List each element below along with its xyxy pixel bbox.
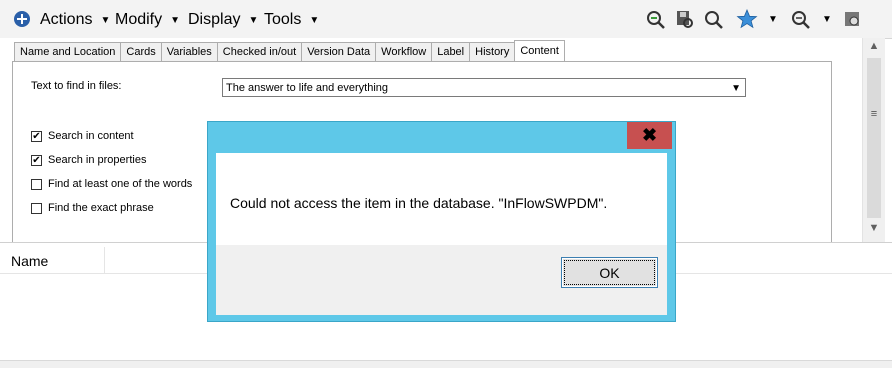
toolbar: Actions ▼ Modify ▼ Display ▼ Tools ▼ ▼ ▼ bbox=[0, 0, 892, 39]
vertical-scrollbar[interactable]: ▲ ≡ ▼ bbox=[862, 38, 885, 242]
app-logo-icon[interactable] bbox=[12, 9, 32, 29]
menu-display[interactable]: Display ▼ bbox=[188, 8, 258, 32]
ok-button[interactable]: OK bbox=[561, 257, 658, 288]
tab-name-and-location[interactable]: Name and Location bbox=[14, 42, 121, 63]
save-search-icon[interactable] bbox=[674, 9, 696, 29]
grip-icon: ≡ bbox=[870, 108, 878, 120]
column-header-name[interactable]: Name bbox=[11, 253, 48, 269]
option-search-in-properties[interactable]: ✔ Search in properties bbox=[31, 154, 146, 166]
favorites-dropdown-icon[interactable]: ▼ bbox=[768, 14, 778, 25]
close-icon: ✖ bbox=[641, 125, 658, 145]
tab-history[interactable]: History bbox=[469, 42, 515, 63]
chevron-down-icon: ▼ bbox=[100, 14, 111, 26]
tab-cards[interactable]: Cards bbox=[120, 42, 161, 63]
zoom-icon[interactable] bbox=[790, 9, 812, 29]
checkbox-checked-icon[interactable]: ✔ bbox=[31, 154, 42, 166]
tab-checked-in-out[interactable]: Checked in/out bbox=[216, 42, 302, 63]
chevron-down-icon: ▼ bbox=[248, 14, 259, 26]
text-to-find-value: The answer to life and everything bbox=[226, 82, 389, 94]
tab-strip: Name and Location Cards Variables Checke… bbox=[14, 40, 565, 63]
error-message: Could not access the item in the databas… bbox=[230, 195, 608, 211]
checkbox-icon[interactable] bbox=[31, 178, 42, 190]
dialog-body: Could not access the item in the databas… bbox=[216, 153, 667, 315]
tab-variables[interactable]: Variables bbox=[160, 42, 217, 63]
settings-icon[interactable] bbox=[842, 9, 864, 29]
chevron-down-icon: ▼ bbox=[731, 83, 741, 94]
menu-actions[interactable]: Actions ▼ bbox=[40, 8, 110, 32]
checkbox-icon[interactable] bbox=[31, 202, 42, 214]
close-button[interactable]: ✖ bbox=[627, 122, 672, 149]
scroll-up-icon[interactable]: ▲ bbox=[863, 40, 885, 56]
column-divider[interactable] bbox=[104, 247, 105, 273]
tab-content[interactable]: Content bbox=[514, 40, 565, 63]
checkbox-checked-icon[interactable]: ✔ bbox=[31, 130, 42, 142]
text-to-find-dropdown[interactable]: The answer to life and everything ▼ bbox=[222, 78, 746, 97]
search-refresh-icon[interactable] bbox=[703, 9, 725, 29]
favorites-star-icon[interactable] bbox=[736, 9, 758, 29]
option-find-exact-phrase[interactable]: Find the exact phrase bbox=[31, 202, 154, 214]
tab-version-data[interactable]: Version Data bbox=[301, 42, 376, 63]
search-tree-icon[interactable] bbox=[645, 9, 667, 29]
tab-workflow[interactable]: Workflow bbox=[375, 42, 432, 63]
chevron-down-icon: ▼ bbox=[309, 14, 320, 26]
zoom-dropdown-icon[interactable]: ▼ bbox=[822, 14, 832, 25]
scroll-thumb[interactable] bbox=[867, 58, 881, 218]
option-find-one-of-words[interactable]: Find at least one of the words bbox=[31, 178, 192, 190]
text-to-find-label: Text to find in files: bbox=[31, 80, 122, 92]
scroll-down-icon[interactable]: ▼ bbox=[863, 222, 885, 238]
chevron-down-icon: ▼ bbox=[170, 14, 181, 26]
option-search-in-content[interactable]: ✔ Search in content bbox=[31, 130, 134, 142]
tab-label[interactable]: Label bbox=[431, 42, 470, 63]
error-dialog: ✖ Could not access the item in the datab… bbox=[207, 121, 676, 322]
dialog-footer: OK bbox=[216, 245, 667, 315]
menu-tools[interactable]: Tools ▼ bbox=[264, 8, 319, 32]
menu-modify[interactable]: Modify ▼ bbox=[115, 8, 180, 32]
